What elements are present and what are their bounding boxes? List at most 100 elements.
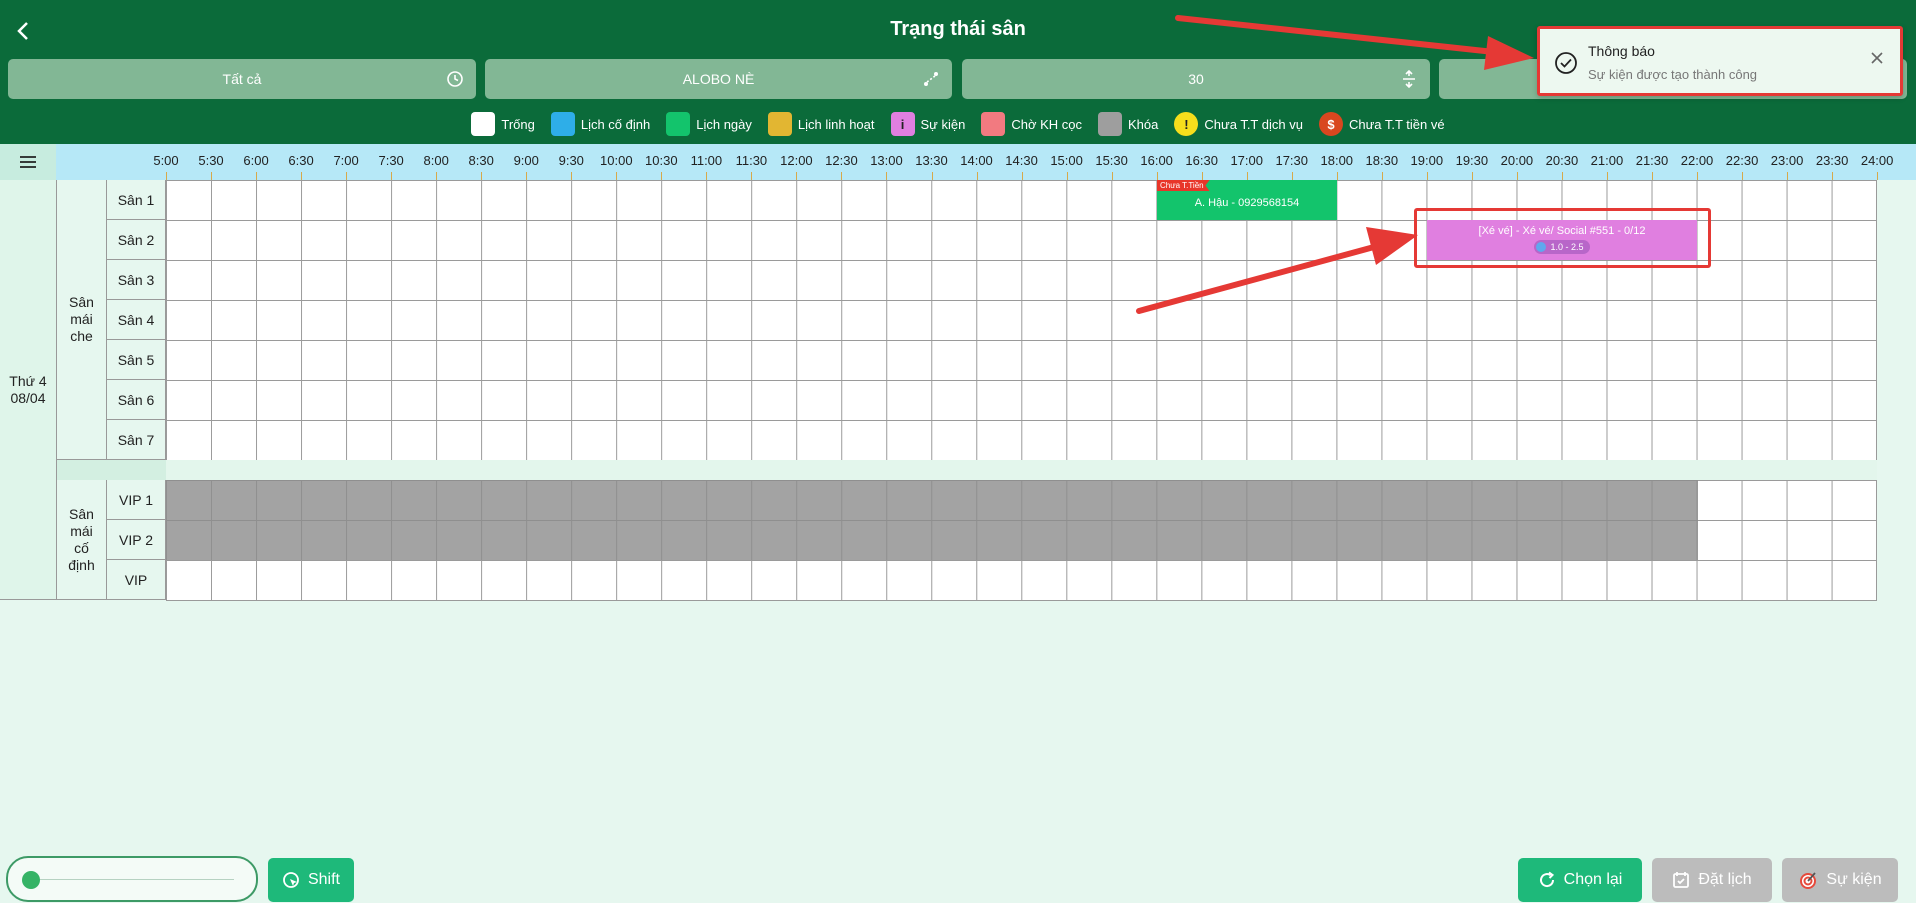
legend-label: Lịch cố định	[580, 116, 651, 132]
time-label: 13:00	[870, 153, 903, 168]
venue-filter-label: ALOBO NÈ	[682, 71, 755, 87]
legend-swatch	[550, 112, 575, 136]
slider-track	[34, 879, 234, 880]
legend-item-unpaid-ticket: $ Chưa T.T tiền vé	[1318, 112, 1445, 136]
time-label: 11:00	[690, 153, 723, 168]
time-header	[0, 144, 1916, 180]
locked-slots	[166, 480, 1698, 560]
legend-item-unpaid-service: ! Chưa T.T dịch vụ	[1174, 112, 1303, 136]
court-label: Sân 7	[107, 420, 166, 460]
time-tick	[1832, 172, 1834, 180]
hamburger-menu-icon	[20, 156, 36, 168]
court-label: VIP 2	[107, 520, 166, 560]
legend-item-daily: Lịch ngày	[666, 112, 752, 136]
time-tick	[1787, 172, 1789, 180]
court-label: Sân 2	[107, 220, 166, 260]
time-tick	[886, 172, 888, 180]
time-label: 6:30	[288, 153, 314, 168]
time-tick	[301, 172, 303, 180]
map-route-icon	[924, 72, 938, 86]
legend-label: Trống	[501, 116, 535, 132]
time-label: 18:30	[1365, 153, 1399, 168]
time-tick	[1426, 172, 1428, 180]
check-circle-icon	[1555, 52, 1577, 74]
time-tick	[1606, 172, 1608, 180]
court-label: VIP	[107, 560, 166, 600]
group-name: Sân mái cố định	[68, 505, 95, 573]
court-label: Sân 4	[107, 300, 166, 340]
clock-icon	[447, 71, 463, 87]
time-label: 7:30	[378, 153, 404, 168]
time-label: 12:00	[780, 153, 813, 168]
book-button[interactable]: Đặt lịch	[1652, 858, 1772, 902]
time-label: 19:30	[1455, 153, 1489, 168]
time-label: 21:00	[1590, 153, 1624, 168]
menu-button[interactable]	[0, 144, 56, 180]
time-tick	[256, 172, 258, 180]
target-icon	[1800, 872, 1817, 889]
time-label: 18:00	[1320, 153, 1354, 168]
court-label: VIP 1	[107, 480, 166, 520]
booking-text: A. Hậu - 0929568154	[1194, 197, 1300, 209]
shift-button[interactable]: Shift	[268, 858, 354, 902]
info-icon: i	[890, 112, 915, 136]
time-label: 23:00	[1770, 153, 1804, 168]
time-label: 8:00	[423, 153, 449, 168]
book-label: Đặt lịch	[1698, 871, 1752, 888]
interval-filter-label: 30	[1188, 71, 1204, 87]
legend-label: Lịch ngày	[696, 116, 752, 132]
legend-item-flexible: Lịch linh hoạt	[767, 112, 875, 136]
legend-swatch	[471, 112, 496, 136]
time-tick	[976, 172, 978, 180]
time-tick	[1651, 172, 1653, 180]
court-label: Sân 3	[107, 260, 166, 300]
time-label: 10:30	[645, 153, 678, 168]
time-label: 8:30	[468, 153, 494, 168]
time-label: 12:30	[825, 153, 858, 168]
time-tick	[1561, 172, 1563, 180]
time-label: 9:30	[558, 153, 584, 168]
close-icon[interactable]	[1868, 49, 1886, 67]
time-tick	[751, 172, 753, 180]
time-tick	[661, 172, 663, 180]
legend-swatch	[1098, 112, 1123, 136]
event-button[interactable]: Sự kiện	[1782, 858, 1898, 902]
toast-title: Thông báo	[1588, 43, 1655, 59]
legend-label: Lịch linh hoạt	[797, 116, 875, 132]
slider-handle[interactable]	[22, 871, 40, 889]
date-value: 08/04	[10, 389, 46, 406]
zoom-slider[interactable]	[6, 856, 258, 902]
time-tick	[1291, 172, 1293, 180]
date-cell: Thứ 4 08/04	[0, 180, 57, 600]
time-label: 5:30	[198, 153, 224, 168]
time-label: 17:30	[1275, 153, 1309, 168]
refresh-icon	[1539, 871, 1554, 888]
legend-label: Chờ KH cọc	[1011, 116, 1083, 132]
time-tick	[841, 172, 843, 180]
interval-filter[interactable]: 30	[962, 59, 1430, 99]
legend-swatch	[666, 112, 691, 136]
time-tick	[616, 172, 618, 180]
time-filter[interactable]: Tất cả	[8, 59, 476, 99]
time-tick	[436, 172, 438, 180]
time-label: 11:30	[735, 153, 768, 168]
time-label: 13:30	[915, 153, 948, 168]
time-label: 9:00	[513, 153, 539, 168]
time-label: 15:30	[1095, 153, 1128, 168]
reselect-button[interactable]: Chọn lại	[1518, 858, 1642, 902]
time-label: 17:00	[1230, 153, 1263, 168]
time-tick	[1697, 172, 1699, 180]
time-label: 21:30	[1635, 153, 1669, 168]
time-tick	[1336, 172, 1338, 180]
time-label: 24:00	[1860, 153, 1894, 168]
venue-filter[interactable]: ALOBO NÈ	[485, 59, 952, 99]
time-label: 7:00	[333, 153, 359, 168]
time-tick	[1156, 172, 1158, 180]
unpaid-tag: Chưa T.Tiền	[1157, 180, 1210, 191]
time-tick	[1246, 172, 1248, 180]
time-label: 20:30	[1545, 153, 1579, 168]
time-tick	[706, 172, 708, 180]
court-label: Sân 6	[107, 380, 166, 420]
event-label: Sự kiện	[1826, 871, 1882, 888]
shift-label: Shift	[307, 871, 340, 888]
